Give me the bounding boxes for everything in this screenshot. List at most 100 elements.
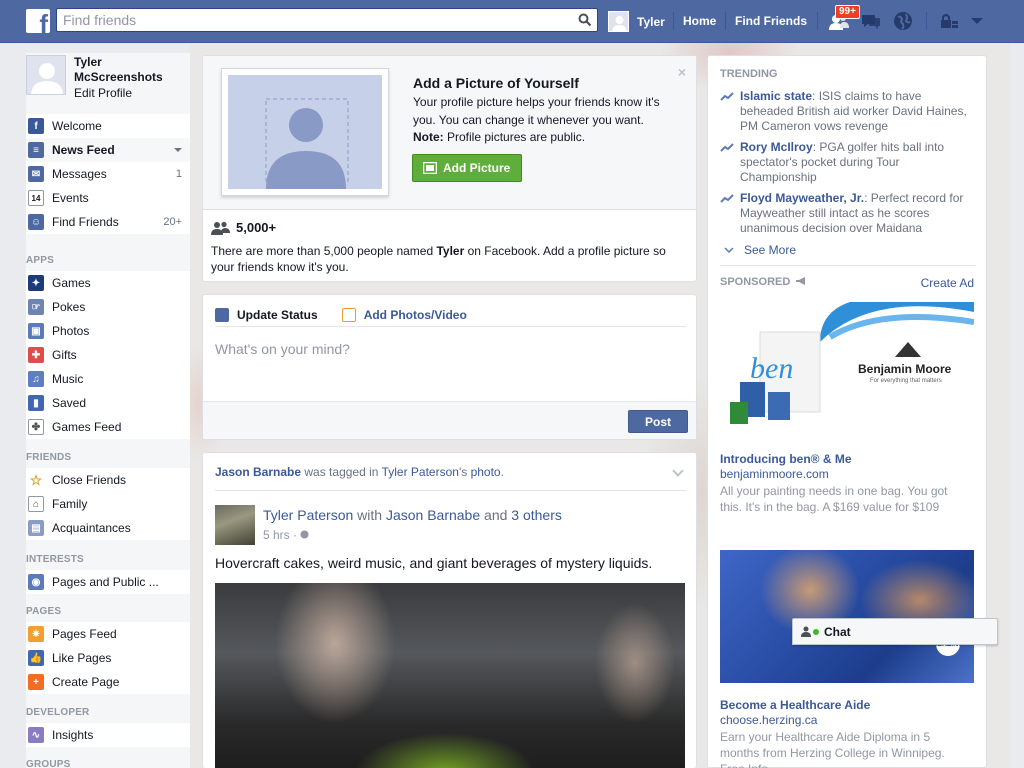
story-owner-link[interactable]: Tyler Paterson	[382, 465, 459, 479]
sidebar-item-insights[interactable]: ∿ Insights	[26, 723, 190, 747]
profile-placeholder-frame	[221, 68, 389, 196]
sidebar-item-pokes[interactable]: ☞ Pokes	[26, 295, 190, 319]
story-tagged-link[interactable]: Jason Barnabe	[386, 507, 480, 523]
ad-description[interactable]: All your painting needs in one bag. You …	[720, 483, 970, 515]
story-text: Hovercraft cakes, weird music, and giant…	[215, 555, 653, 571]
trending-item[interactable]: Islamic state: ISIS claims to have behea…	[720, 89, 976, 134]
trending-topic[interactable]: Islamic state	[740, 89, 812, 103]
add-picture-title: Add a Picture of Yourself	[413, 75, 579, 91]
notifications-button[interactable]	[892, 10, 914, 32]
sidebar-item-close-friends[interactable]: ☆ Close Friends	[26, 468, 190, 492]
close-icon[interactable]: ×	[678, 64, 686, 80]
sidebar-item-create-page[interactable]: + Create Page	[26, 670, 190, 694]
ad-title[interactable]: Introducing ben® & Me	[720, 452, 852, 466]
games-icon: ✦	[28, 275, 44, 291]
sidebar-item-events[interactable]: 14 Events	[26, 186, 190, 210]
story-others-link[interactable]: 3 others	[511, 507, 562, 523]
search-button[interactable]	[573, 9, 597, 31]
story-author-link[interactable]: Tyler Paterson	[263, 507, 353, 523]
privacy-shortcuts-button[interactable]	[938, 10, 960, 32]
messages-button[interactable]	[860, 10, 882, 32]
sidebar-item-pages-and-public[interactable]: ◉ Pages and Public ...	[26, 570, 190, 594]
search-input[interactable]	[57, 9, 557, 31]
sidebar-item-label: Games	[52, 276, 91, 290]
add-picture-button-label: Add Picture	[443, 161, 511, 175]
story-author-avatar[interactable]	[215, 505, 255, 545]
sidebar-item-music[interactable]: ♫ Music	[26, 367, 190, 391]
ad-image-benjamin-moore[interactable]: ben Benjamin Moore For everything that m…	[720, 302, 974, 434]
sidebar-item-family[interactable]: ⌂ Family	[26, 492, 190, 516]
caret-down-icon	[971, 18, 983, 24]
account-menu-button[interactable]	[966, 10, 988, 32]
chat-label: Chat	[824, 624, 851, 639]
default-avatar-icon	[31, 63, 63, 94]
person-icon	[801, 626, 811, 637]
trending-arrow-icon	[720, 143, 734, 152]
sidebar-item-label: Photos	[52, 324, 90, 338]
facebook-logo[interactable]: f	[26, 9, 50, 33]
nav-profile-link[interactable]: Tyler	[608, 11, 665, 32]
trending-item[interactable]: Floyd Mayweather, Jr.: Perfect record fo…	[720, 191, 976, 236]
nav-home-link[interactable]: Home	[683, 14, 716, 28]
sidebar-item-games[interactable]: ✦ Games	[26, 271, 190, 295]
profile-picture[interactable]	[26, 55, 66, 95]
sidebar-item-pages-feed[interactable]: ✷ Pages Feed	[26, 622, 190, 646]
sidebar-item-saved[interactable]: ▮ Saved	[26, 391, 190, 415]
facebook-logo-letter: f	[39, 9, 48, 33]
megaphone-icon	[796, 277, 806, 285]
right-column: TRENDING Islamic state: ISIS claims to h…	[707, 55, 987, 768]
people-count-row: 5,000+	[211, 220, 276, 235]
ad-title[interactable]: Become a Healthcare Aide	[720, 698, 870, 712]
chevron-down-icon[interactable]	[174, 148, 182, 152]
sidebar-item-photos[interactable]: ▣ Photos	[26, 319, 190, 343]
nav-user-name: Tyler	[637, 14, 665, 29]
pages-heading: PAGES	[26, 606, 62, 617]
sidebar-item-messages[interactable]: ✉ Messages 1	[26, 162, 190, 186]
see-more-link[interactable]: See More	[724, 243, 796, 257]
developer-heading: DEVELOPER	[26, 707, 90, 718]
profile-silhouette	[228, 75, 382, 189]
status-input[interactable]: What's on your mind?	[215, 341, 350, 357]
ad-url[interactable]: benjaminmoore.com	[720, 467, 829, 481]
profile-name[interactable]: Tyler McScreenshots	[74, 55, 184, 85]
see-more-label: See More	[744, 243, 797, 257]
ad-url[interactable]: choose.herzing.ca	[720, 713, 817, 727]
trending-topic[interactable]: Rory McIlroy	[740, 140, 813, 154]
story-actor-link[interactable]: Jason Barnabe	[215, 465, 301, 479]
trending-item[interactable]: Rory McIlroy: PGA golfer hits ball into …	[720, 140, 976, 185]
nav-pages-group: ✷ Pages Feed 👍 Like Pages + Create Page	[26, 622, 190, 694]
sidebar-item-news-feed[interactable]: ≡ News Feed	[26, 138, 190, 162]
sidebar-item-gifts[interactable]: ✚ Gifts	[26, 343, 190, 367]
sidebar-item-label: Events	[52, 191, 89, 205]
story-timestamp[interactable]: 5 hrs ·	[263, 528, 309, 542]
sidebar-item-label: Welcome	[52, 119, 102, 133]
tab-add-photos-video[interactable]: Add Photos/Video	[341, 307, 467, 322]
add-picture-button[interactable]: Add Picture	[412, 154, 522, 182]
online-status-dot	[813, 628, 819, 635]
trending-arrow-icon	[720, 92, 734, 101]
sidebar-item-like-pages[interactable]: 👍 Like Pages	[26, 646, 190, 670]
sidebar-item-find-friends[interactable]: ☺ Find Friends 20+	[26, 210, 190, 234]
sponsored-heading: SPONSORED	[720, 276, 807, 288]
story-time-text: 5 hrs	[263, 528, 290, 542]
nav-find-friends-link[interactable]: Find Friends	[735, 14, 807, 28]
sidebar-item-welcome[interactable]: f Welcome	[26, 114, 190, 138]
story-photo[interactable]	[215, 583, 685, 768]
edit-profile-link[interactable]: Edit Profile	[74, 86, 132, 100]
trending-heading: TRENDING	[720, 68, 778, 80]
sidebar-item-label: Messages	[52, 167, 107, 181]
add-picture-card: Add a Picture of Yourself Your profile p…	[202, 55, 697, 282]
rss-icon: ◉	[28, 574, 44, 590]
story-photo-link[interactable]: photo	[471, 465, 501, 479]
sidebar-item-games-feed[interactable]: ✤ Games Feed	[26, 415, 190, 439]
ad-description[interactable]: Earn your Healthcare Aide Diploma in 5 m…	[720, 729, 970, 768]
sidebar-item-label: Create Page	[52, 675, 120, 689]
sidebar-item-acquaintances[interactable]: ▤ Acquaintances	[26, 516, 190, 540]
tab-update-status[interactable]: Update Status	[215, 307, 318, 322]
trending-topic[interactable]: Floyd Mayweather, Jr.	[740, 191, 864, 205]
chat-tab[interactable]: Chat	[792, 618, 998, 645]
create-ad-link[interactable]: Create Ad	[921, 276, 974, 290]
chevron-down-icon[interactable]	[672, 465, 684, 477]
post-button[interactable]: Post	[628, 410, 688, 433]
ad-image-herzing[interactable]: HERZING	[720, 550, 974, 683]
